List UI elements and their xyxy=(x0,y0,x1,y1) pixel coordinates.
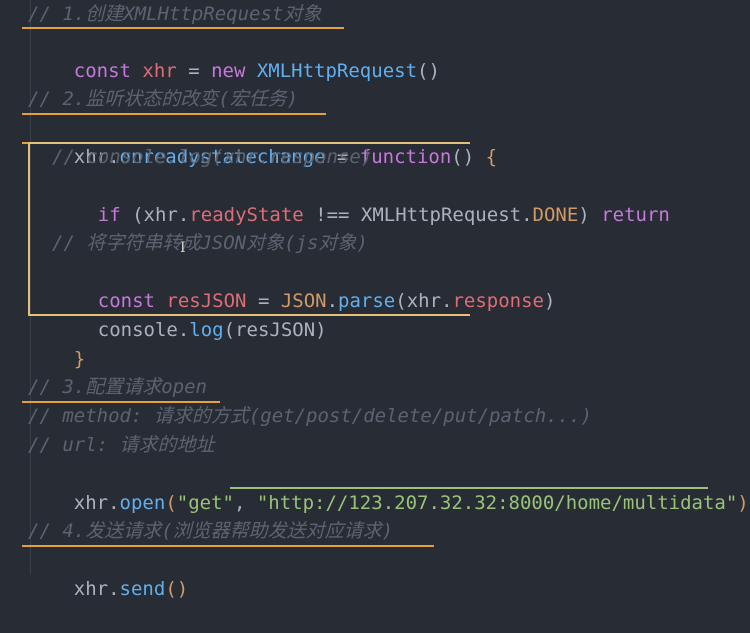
dot: . xyxy=(177,204,190,226)
paren-open: ( xyxy=(395,290,407,312)
code-line-11: console.log(resJSON) xyxy=(52,287,327,341)
code-line-12: } xyxy=(28,316,85,370)
dot: . xyxy=(108,492,120,514)
var-xhr: xhr xyxy=(142,60,177,82)
paren-close: ) xyxy=(315,319,327,341)
paren: () xyxy=(417,60,440,82)
code-line-comment-14: // 3.配置请求open xyxy=(28,376,207,398)
paren-open: ( xyxy=(223,319,236,341)
code-line-comment-6: // console.log(xhr.response) xyxy=(52,146,373,168)
dot: . xyxy=(177,319,190,341)
obj-console: console xyxy=(97,319,178,341)
paren-close: ) xyxy=(578,204,602,226)
code-line-comment-2: // 2.监听状态的改变(宏任务) xyxy=(28,88,299,110)
text-cursor-icon: I xyxy=(180,240,186,256)
operator-assign: = xyxy=(176,60,212,82)
prop-readystate: readyState xyxy=(189,204,304,226)
paren: () xyxy=(165,578,189,600)
fn-open: open xyxy=(119,492,166,514)
code-line-2: const xhr = new XMLHttpRequest() xyxy=(28,28,440,82)
dot: . xyxy=(326,290,339,312)
obj-xhr: xhr xyxy=(73,492,109,514)
fn-parse: parse xyxy=(338,290,396,312)
code-line-20: xhr.send() xyxy=(28,546,188,600)
dot: . xyxy=(108,578,120,600)
brace-close: } xyxy=(73,348,86,370)
paren-open: ( xyxy=(165,492,177,514)
keyword-if: if xyxy=(97,204,121,226)
fn-log: log xyxy=(189,319,224,341)
keyword-return: return xyxy=(601,204,670,226)
code-line-comment-15: // method: 请求的方式(get/post/delete/put/pat… xyxy=(28,405,592,427)
paren-close: ) xyxy=(737,492,749,514)
obj-xhr: xhr xyxy=(73,578,109,600)
keyword-const: const xyxy=(73,60,131,82)
arg-resjson: resJSON xyxy=(235,319,316,341)
code-line-5: xhr.onreadystatechange = function() { xyxy=(28,114,497,168)
code-line-comment-1: // 1.创建XMLHttpRequest对象 xyxy=(28,3,322,25)
url-underline xyxy=(230,487,708,489)
comma: , xyxy=(233,492,257,514)
keyword-new: new xyxy=(211,60,246,82)
class-xmlhttprequest: XMLHttpRequest xyxy=(360,204,522,226)
const-done: DONE xyxy=(532,204,579,226)
operator-neq: !== xyxy=(303,204,361,226)
fn-send: send xyxy=(119,578,166,600)
paren-open: ( xyxy=(120,204,144,226)
dot: . xyxy=(441,290,453,312)
code-editor[interactable]: // 1.创建XMLHttpRequest对象 const xhr = new … xyxy=(0,0,750,600)
code-line-comment-9: // 将字符串转成JSON对象(js对象) xyxy=(52,232,368,254)
string-url[interactable]: "http://123.207.32.32:8000/home/multidat… xyxy=(257,492,737,514)
code-line-17: xhr.open("get", "http://123.207.32.32:80… xyxy=(28,460,749,514)
code-line-comment-19: // 4.发送请求(浏览器帮助发送对应请求) xyxy=(28,520,394,542)
obj-xhr: xhr xyxy=(406,290,442,312)
dot: . xyxy=(521,204,533,226)
code-line-7: if (xhr.readyState !== XMLHttpRequest.DO… xyxy=(52,172,670,226)
code-line-comment-16: // url: 请求的地址 xyxy=(28,434,215,456)
paren-close: ) xyxy=(544,290,556,312)
class-xmlhttprequest: XMLHttpRequest xyxy=(256,60,418,82)
code-line-10: const resJSON = JSON.parse(xhr.response) xyxy=(52,258,556,312)
obj-xhr: xhr xyxy=(143,204,178,226)
brace-open: { xyxy=(485,146,498,168)
string-get: "get" xyxy=(176,492,234,514)
prop-response: response xyxy=(452,290,544,312)
